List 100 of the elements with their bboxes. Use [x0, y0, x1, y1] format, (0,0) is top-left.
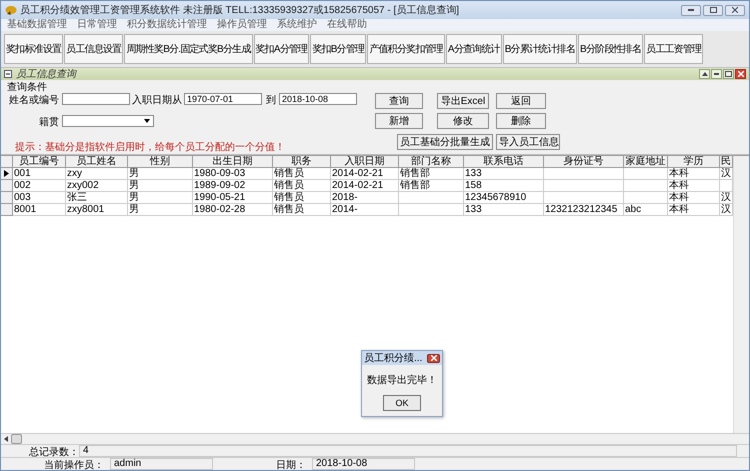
- close-icon: [732, 7, 738, 13]
- table-cell: zxy8001: [66, 204, 128, 216]
- table-cell: abc: [624, 204, 668, 216]
- menu-item[interactable]: 积分数据统计管理: [127, 19, 207, 31]
- toolbar-button[interactable]: B分阶段性排名: [578, 34, 644, 64]
- date-field[interactable]: 1970-07-01: [184, 93, 262, 105]
- table-cell: 2014-: [331, 204, 399, 216]
- query-button[interactable]: 导出Excel: [437, 93, 489, 109]
- minimize-button[interactable]: [681, 4, 701, 16]
- table-cell: 张三: [66, 192, 128, 204]
- table-cell: 2014-02-21: [331, 168, 399, 180]
- collapse-icon[interactable]: [4, 70, 12, 78]
- column-header[interactable]: 性别: [128, 156, 193, 168]
- child-window-title: 员工信息查询: [16, 68, 78, 81]
- toolbar-button[interactable]: 奖扣A分管理: [254, 34, 310, 64]
- close-button[interactable]: [427, 354, 440, 362]
- column-header[interactable]: 民: [720, 156, 733, 168]
- menu-item[interactable]: 日常管理: [77, 19, 117, 31]
- dialog-message: 数据导出完毕！: [366, 374, 438, 387]
- minimize-button[interactable]: [711, 69, 722, 79]
- table-cell: 133: [464, 204, 544, 216]
- table-cell: zxy: [66, 168, 128, 180]
- column-header[interactable]: 员工姓名: [66, 156, 128, 168]
- field-label: 籍贯: [39, 116, 59, 129]
- table-cell: [624, 180, 668, 192]
- toolbar-button[interactable]: A分查询统计: [446, 34, 502, 64]
- table-cell: 2018-: [331, 192, 399, 204]
- toolbar-button[interactable]: 员工信息设置: [64, 34, 124, 64]
- table-cell: 1980-09-03: [193, 168, 273, 180]
- table-cell: 本科: [668, 180, 720, 192]
- column-header[interactable]: 身份证号: [544, 156, 624, 168]
- query-button[interactable]: 员工基础分批量生成: [397, 134, 493, 150]
- status-label: 总记录数：: [28, 446, 79, 457]
- table-cell: 2014-02-21: [331, 180, 399, 192]
- table-cell: [624, 168, 668, 180]
- query-button[interactable]: 修改: [437, 113, 489, 129]
- toolbar-button[interactable]: 奖扣标准设置: [4, 34, 64, 64]
- table-cell: 1989-09-02: [193, 180, 273, 192]
- table-cell: 销售员: [273, 192, 331, 204]
- scroll-left-icon[interactable]: [4, 436, 8, 442]
- column-header[interactable]: 学历: [668, 156, 720, 168]
- toolbar-button[interactable]: 周期性奖B分.固定式奖B分生成: [124, 34, 253, 64]
- row-marker[interactable]: [1, 168, 13, 180]
- table-cell: 002: [13, 180, 66, 192]
- ok-button[interactable]: OK: [383, 395, 421, 411]
- table-cell: 男: [128, 168, 193, 180]
- table-cell: 133: [464, 168, 544, 180]
- record-count: 4: [79, 445, 737, 457]
- close-button[interactable]: [725, 4, 745, 16]
- close-button[interactable]: [735, 69, 746, 79]
- dialog-title: 员工积分绩...: [364, 352, 422, 365]
- table-cell: 12345678910: [464, 192, 544, 204]
- restore-button[interactable]: [699, 69, 710, 79]
- menu-item[interactable]: 在线帮助: [327, 19, 367, 31]
- table-cell: [399, 192, 464, 204]
- vertical-scrollbar[interactable]: [733, 156, 749, 433]
- query-button[interactable]: 查询: [375, 93, 423, 109]
- minimize-icon: [688, 9, 694, 11]
- query-button[interactable]: 新增: [375, 113, 423, 129]
- row-marker[interactable]: [1, 180, 13, 192]
- column-header[interactable]: 员工编号: [13, 156, 66, 168]
- field-label: 入职日期从: [132, 94, 182, 107]
- menu-item[interactable]: 操作员管理: [217, 19, 267, 31]
- menu-item[interactable]: 基础数据管理: [7, 19, 67, 31]
- toolbar-button[interactable]: B分累计统计排名: [502, 34, 578, 64]
- toolbar-button[interactable]: 员工工资管理: [644, 34, 704, 64]
- column-header[interactable]: 联系电话: [464, 156, 544, 168]
- origin-dropdown[interactable]: [62, 115, 154, 127]
- table-cell: 1990-05-21: [193, 192, 273, 204]
- maximize-button[interactable]: [703, 4, 723, 16]
- column-header[interactable]: 入职日期: [331, 156, 399, 168]
- name-field[interactable]: [62, 93, 130, 105]
- maximize-button[interactable]: [723, 69, 734, 79]
- query-button[interactable]: 删除: [496, 113, 546, 129]
- table-cell: [624, 192, 668, 204]
- toolbar-button[interactable]: 产值积分奖扣管理: [367, 34, 445, 64]
- window-title: 员工积分绩效管理工资管理系统软件 未注册版 TELL:13335939327或15825675057 - [员工信息查询]: [20, 4, 460, 17]
- table-cell: 1980-02-28: [193, 204, 273, 216]
- column-header[interactable]: 职务: [273, 156, 331, 168]
- table-cell: 男: [128, 204, 193, 216]
- table-cell: 销售员: [273, 168, 331, 180]
- group-title: 查询条件: [7, 80, 47, 94]
- column-header[interactable]: 出生日期: [193, 156, 273, 168]
- table-cell: [399, 204, 464, 216]
- operator-name: admin: [110, 458, 213, 470]
- query-button[interactable]: 返回: [496, 93, 546, 109]
- date-field[interactable]: 2018-10-08: [279, 93, 357, 105]
- dropdown-arrow-icon: [142, 117, 152, 125]
- table-cell: 男: [128, 192, 193, 204]
- row-marker[interactable]: [1, 204, 13, 216]
- table-cell: 1232123212345: [544, 204, 624, 216]
- query-button[interactable]: 导入员工信息: [496, 134, 560, 150]
- menu-item[interactable]: 系统维护: [277, 19, 317, 31]
- status-label: 日期：: [275, 458, 306, 470]
- row-marker[interactable]: [1, 192, 13, 204]
- table-cell: 8001: [13, 204, 66, 216]
- toolbar-button[interactable]: 奖扣B分管理: [310, 34, 366, 64]
- app-icon: [5, 4, 17, 16]
- table-cell: 销售员: [273, 204, 331, 216]
- scrollbar-thumb[interactable]: [11, 434, 22, 444]
